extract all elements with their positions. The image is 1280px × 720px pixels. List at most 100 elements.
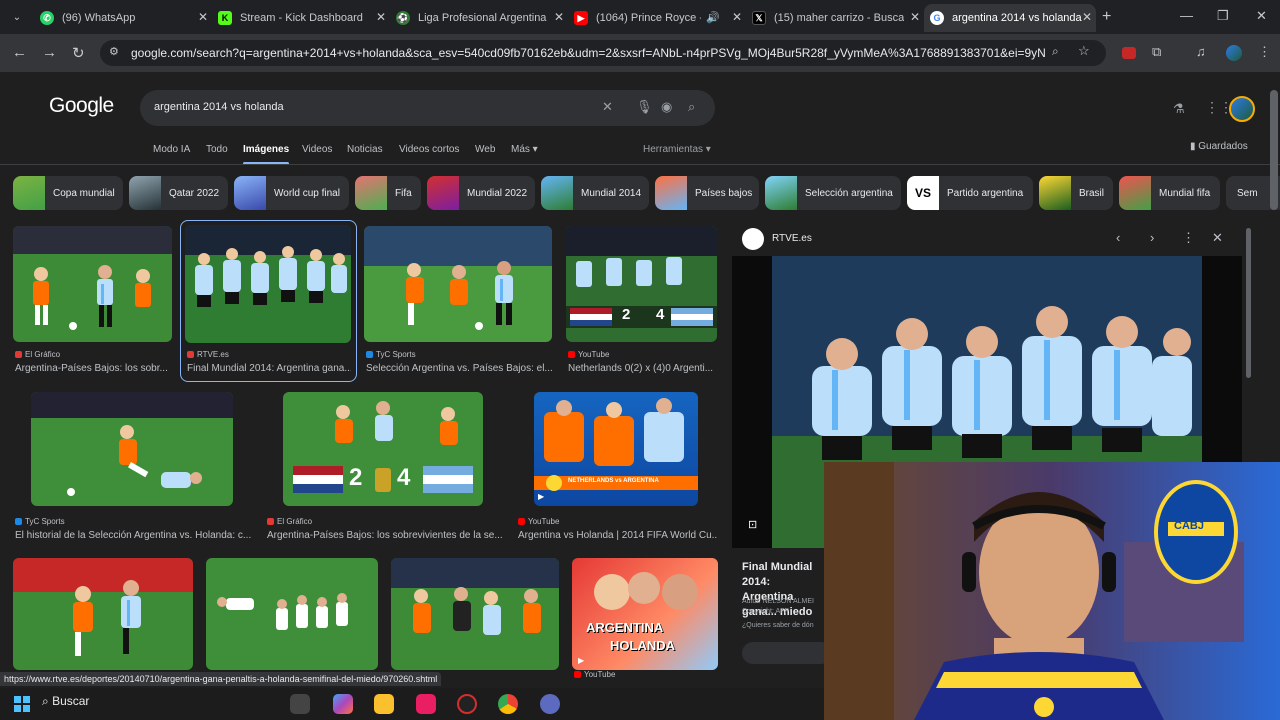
chrome-icon[interactable] <box>498 694 518 714</box>
image-result[interactable]: 2 4 El Gráfico Argentina-Países Bajos: l… <box>265 392 505 544</box>
window-close-icon[interactable]: ✕ <box>1256 8 1267 24</box>
close-icon[interactable]: ✕ <box>198 10 208 24</box>
image-result[interactable]: TyC Sports El historial de la Selección … <box>13 392 253 544</box>
previous-icon[interactable]: ‹ <box>1116 230 1120 245</box>
app-pink-icon[interactable] <box>416 694 436 714</box>
filter-web[interactable]: Web <box>475 144 495 155</box>
source-name: TyC Sports <box>376 350 416 359</box>
saved-button[interactable]: ▮ Guardados <box>1190 141 1248 152</box>
image-result[interactable]: TyC Sports Selección Argentina vs. Paíse… <box>364 226 554 376</box>
chip-qatar-2022[interactable]: Qatar 2022 <box>129 176 228 210</box>
filter-modo-ia[interactable]: Modo IA <box>153 144 190 155</box>
next-icon[interactable]: › <box>1150 230 1154 245</box>
image-result[interactable] <box>391 558 561 678</box>
image-result[interactable]: NETHERLANDS vs ARGENTINA ▶ YouTube Argen… <box>516 392 720 544</box>
file-explorer-icon[interactable] <box>374 694 394 714</box>
labs-flask-icon[interactable]: ⚗ <box>1173 101 1185 117</box>
reload-icon[interactable]: ↻ <box>72 44 85 62</box>
chip-fifa[interactable]: Fifa <box>355 176 421 210</box>
extensions-puzzle-icon[interactable]: ⧉ <box>1152 44 1161 60</box>
source-name: YouTube <box>528 517 560 526</box>
youtube-favicon-icon <box>518 518 525 526</box>
google-logo[interactable]: Google <box>49 94 114 118</box>
speaker-icon[interactable]: 🔊 <box>706 11 720 24</box>
result-image: 2 4 <box>283 392 483 506</box>
minimize-icon[interactable]: — <box>1180 8 1193 23</box>
close-icon[interactable]: ✕ <box>1082 10 1092 24</box>
chip-partido-argentina[interactable]: VS Partido argentina <box>907 176 1033 210</box>
close-icon[interactable]: ✕ <box>732 10 742 24</box>
filter-imagenes[interactable]: Imágenes <box>243 144 290 165</box>
chip-mundial-fifa[interactable]: Mundial fifa <box>1119 176 1220 210</box>
site-info-icon[interactable]: ⚙ <box>109 45 119 58</box>
profile-avatar[interactable] <box>1226 45 1242 61</box>
image-result[interactable]: El Gráfico Argentina-Países Bajos: los s… <box>13 226 173 376</box>
search-input[interactable]: argentina 2014 vs holanda <box>154 101 284 113</box>
kick-icon: K <box>218 11 232 25</box>
chip-mundial-2014[interactable]: Mundial 2014 <box>541 176 649 210</box>
image-result[interactable]: ARGENTINA HOLANDA ▶ YouTube <box>572 558 720 678</box>
chip-paises-bajos[interactable]: Países bajos <box>655 176 759 210</box>
forward-icon[interactable]: → <box>42 44 57 61</box>
image-result[interactable] <box>13 558 195 678</box>
more-options-icon[interactable]: ⋮ <box>1182 230 1195 246</box>
address-bar[interactable]: ⚙ google.com/search?q=argentina+2014+vs+… <box>100 40 1106 66</box>
chip-copa-mundial[interactable]: Copa mundial <box>13 176 123 210</box>
close-icon[interactable]: ✕ <box>554 10 564 24</box>
app-obs-icon[interactable] <box>457 694 477 714</box>
page-scrollbar[interactable] <box>1270 90 1278 210</box>
tab-youtube[interactable]: ▶ (1064) Prince Royce - 🔊 ✕ <box>568 4 746 32</box>
task-view-icon[interactable] <box>290 694 310 714</box>
result-image <box>391 558 559 670</box>
media-controls-icon[interactable]: ♫ <box>1196 44 1206 59</box>
tab-google-active[interactable]: G argentina 2014 vs holanda ✕ <box>924 4 1096 32</box>
chip-label: Partido argentina <box>947 187 1024 199</box>
visual-search-icon[interactable]: ⊡ <box>748 518 757 531</box>
filter-mas[interactable]: Más ▾ <box>511 144 538 155</box>
panel-more-info[interactable]: ¿Quieres saber de dón <box>742 622 814 629</box>
filter-noticias[interactable]: Noticias <box>347 144 383 155</box>
new-tab-icon[interactable]: + <box>1102 8 1111 26</box>
image-result[interactable]: 2 4 YouTube Netherlands 0(2) x (4)0 Arge… <box>566 226 718 376</box>
tools-button[interactable]: Herramientas ▾ <box>643 144 711 155</box>
account-avatar[interactable] <box>1229 96 1255 122</box>
copilot-icon[interactable] <box>333 694 353 714</box>
app-discord-icon[interactable] <box>540 694 560 714</box>
taskbar-search[interactable]: ⌕ Buscar <box>42 694 89 709</box>
extension-red-icon[interactable] <box>1122 47 1136 59</box>
search-box[interactable]: argentina 2014 vs holanda ✕ 🎙 ◉ ⌕ <box>140 90 715 126</box>
chip-thumb <box>13 176 45 210</box>
clear-icon[interactable]: ✕ <box>602 99 613 115</box>
lens-icon[interactable]: ◉ <box>661 99 672 115</box>
back-icon[interactable]: ← <box>12 44 27 61</box>
close-panel-icon[interactable]: ✕ <box>1212 230 1223 246</box>
close-icon[interactable]: ✕ <box>910 10 920 24</box>
chip-brasil[interactable]: Brasil <box>1039 176 1113 210</box>
source-name: YouTube <box>584 670 616 678</box>
close-icon[interactable]: ✕ <box>376 10 386 24</box>
tab-liga[interactable]: ⚽ Liga Profesional Argentina ✕ <box>390 4 568 32</box>
maximize-icon[interactable]: ❐ <box>1217 8 1229 24</box>
search-icon[interactable]: ⌕ <box>688 99 695 115</box>
panel-source[interactable]: RTVE.es <box>772 233 812 244</box>
bookmark-star-icon[interactable]: ☆ <box>1078 43 1090 59</box>
panel-author: Autor: NELSON ALMEI <box>742 598 814 605</box>
tab-whatsapp[interactable]: ✆ (96) WhatsApp ✕ <box>34 4 212 32</box>
filter-todo[interactable]: Todo <box>206 144 228 155</box>
mic-icon[interactable]: 🎙 <box>636 99 653 115</box>
tab-search-icon[interactable]: ⌄ <box>8 9 26 27</box>
filter-videos-cortos[interactable]: Videos cortos <box>399 144 459 155</box>
filter-videos[interactable]: Videos <box>302 144 332 155</box>
windows-start-icon[interactable] <box>14 696 30 712</box>
browser-menu-icon[interactable]: ⋮ <box>1258 44 1271 60</box>
tab-kick[interactable]: K Stream - Kick Dashboard ✕ <box>212 4 390 32</box>
chip-world-cup-final[interactable]: World cup final <box>234 176 349 210</box>
visit-button[interactable] <box>742 642 832 664</box>
chip-seleccion-argentina[interactable]: Selección argentina <box>765 176 901 210</box>
image-result-selected[interactable]: RTVE.es Final Mundial 2014: Argentina ga… <box>180 220 357 382</box>
zoom-icon[interactable]: ⌕ <box>1052 44 1059 59</box>
chip-mundial-2022[interactable]: Mundial 2022 <box>427 176 535 210</box>
panel-scrollbar[interactable] <box>1246 228 1251 378</box>
image-result[interactable] <box>206 558 380 678</box>
tab-x[interactable]: 𝕏 (15) maher carrizo - Busca ✕ <box>746 4 924 32</box>
